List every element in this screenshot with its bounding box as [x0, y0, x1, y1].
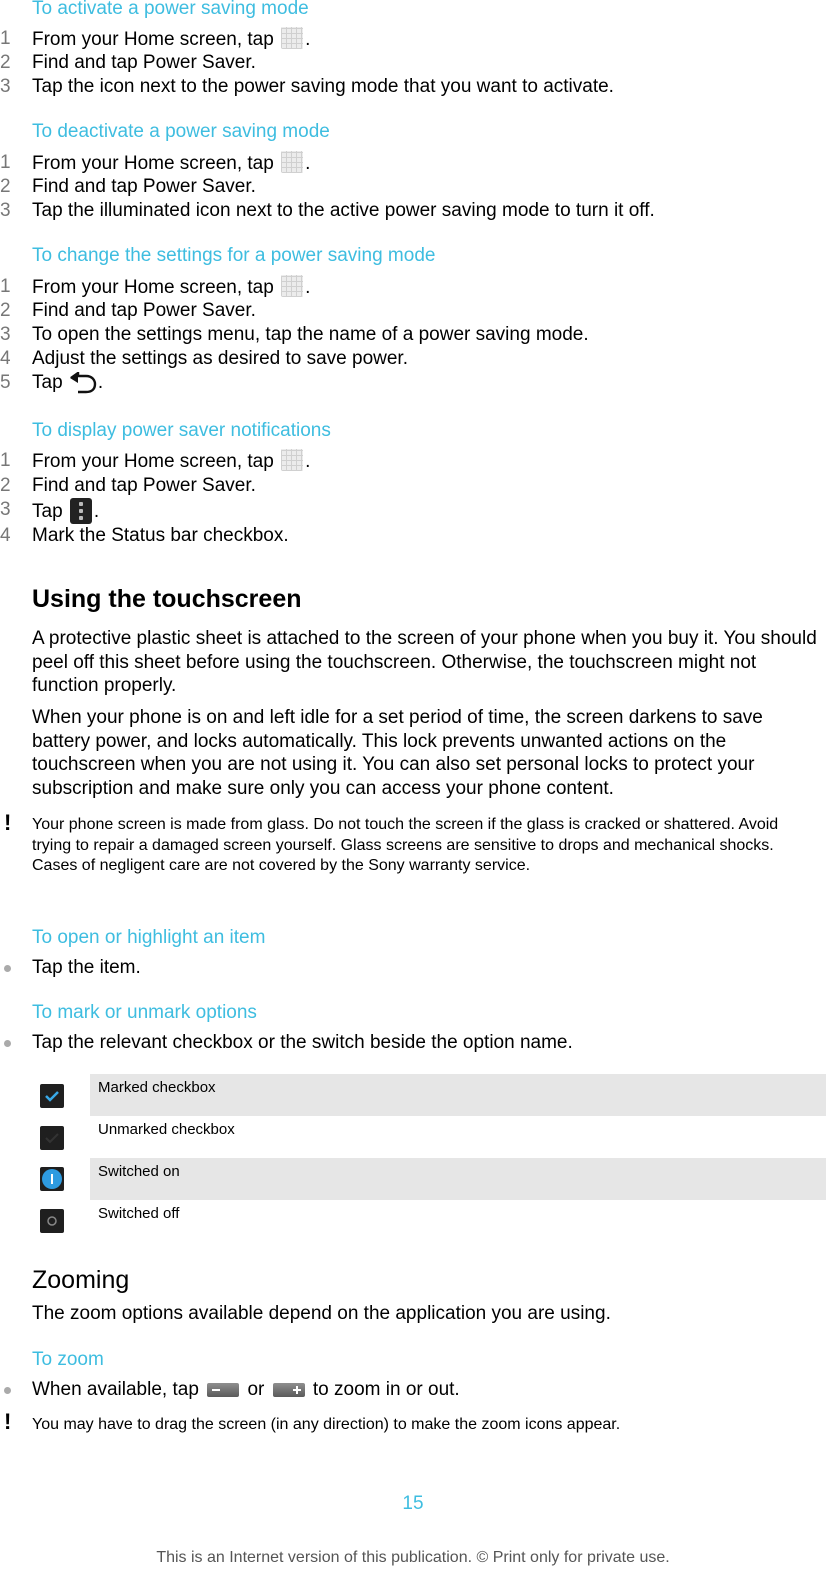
warning-note: Your phone screen is made from glass. Do…: [32, 816, 779, 874]
back-icon: [69, 372, 97, 394]
heading-power-saver-notifications: To display power saver notifications: [32, 420, 331, 441]
apps-grid-icon: [281, 275, 304, 297]
paragraph: When your phone is on and left idle for …: [32, 707, 763, 799]
warning-note: You may have to drag the screen (in any …: [32, 1416, 621, 1433]
heading-open-item: To open or highlight an item: [32, 927, 266, 948]
apps-grid-icon: [281, 27, 304, 49]
footer-note: This is an Internet version of this publ…: [156, 1549, 670, 1566]
page-number: 15: [402, 1493, 424, 1514]
checkbox-marked-icon: [40, 1084, 64, 1108]
bullet-icon: [4, 1040, 11, 1047]
paragraph: A protective plastic sheet is attached t…: [32, 628, 817, 696]
heading-change-settings: To change the settings for a power savin…: [32, 245, 436, 266]
section-title-zooming: Zooming: [32, 1266, 130, 1294]
zoom-out-icon: [207, 1383, 240, 1397]
option-row: Switched on: [90, 1158, 826, 1200]
warning-icon: !: [4, 810, 12, 835]
heading-deactivate-power-saving: To deactivate a power saving mode: [32, 121, 330, 142]
bullet-icon: [4, 1387, 11, 1394]
section-title-touchscreen: Using the touchscreen: [32, 585, 302, 613]
apps-grid-icon: [281, 151, 304, 173]
heading-activate-power-saving: To activate a power saving mode: [32, 0, 309, 19]
zoom-in-icon: [272, 1383, 305, 1397]
option-row: Unmarked checkbox: [98, 1121, 235, 1138]
heading-mark-options: To mark or unmark options: [32, 1002, 257, 1023]
bullet-icon: [4, 965, 11, 972]
checkbox-unmarked-icon: [40, 1126, 64, 1150]
option-row: Switched off: [98, 1205, 180, 1222]
switch-on-icon: [40, 1167, 64, 1191]
switch-off-icon: [40, 1209, 64, 1233]
paragraph: The zoom options available depend on the…: [32, 1303, 611, 1324]
manual-page: To activate a power saving mode 1 From yo…: [0, 0, 826, 1590]
heading-to-zoom: To zoom: [32, 1349, 104, 1370]
warning-icon: !: [4, 1409, 12, 1434]
menu-icon: [69, 498, 92, 524]
apps-grid-icon: [281, 449, 304, 471]
